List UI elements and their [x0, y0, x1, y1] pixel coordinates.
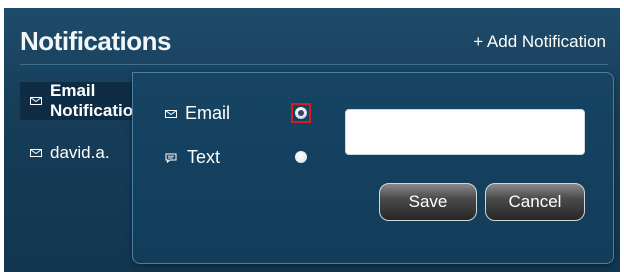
add-notification-link[interactable]: + Add Notification — [473, 32, 606, 52]
notifications-panel: Notifications + Add Notification Email N… — [4, 8, 620, 272]
list-item-email-notification[interactable]: Email Notification — [20, 81, 150, 120]
contact-input[interactable] — [345, 109, 585, 155]
envelope-icon — [165, 109, 177, 118]
header-divider — [20, 64, 608, 65]
radio-selected-dot — [295, 107, 307, 119]
option-label-text: Email — [185, 103, 231, 123]
cancel-button[interactable]: Cancel — [485, 183, 585, 221]
add-notification-popup: Email Text Save Cancel — [132, 72, 614, 264]
save-button[interactable]: Save — [379, 183, 477, 221]
list-item-label: david.a. — [50, 143, 110, 162]
envelope-icon — [30, 149, 42, 157]
text-radio[interactable] — [295, 151, 307, 163]
page-title: Notifications — [20, 26, 171, 56]
list-item-david[interactable]: david.a. — [20, 134, 150, 172]
option-text-label: Text — [165, 147, 220, 168]
envelope-icon — [30, 97, 42, 105]
option-label-text: Text — [187, 147, 221, 167]
email-radio[interactable] — [291, 103, 311, 123]
option-email-label: Email — [165, 103, 230, 124]
speech-bubble-icon — [165, 153, 177, 163]
